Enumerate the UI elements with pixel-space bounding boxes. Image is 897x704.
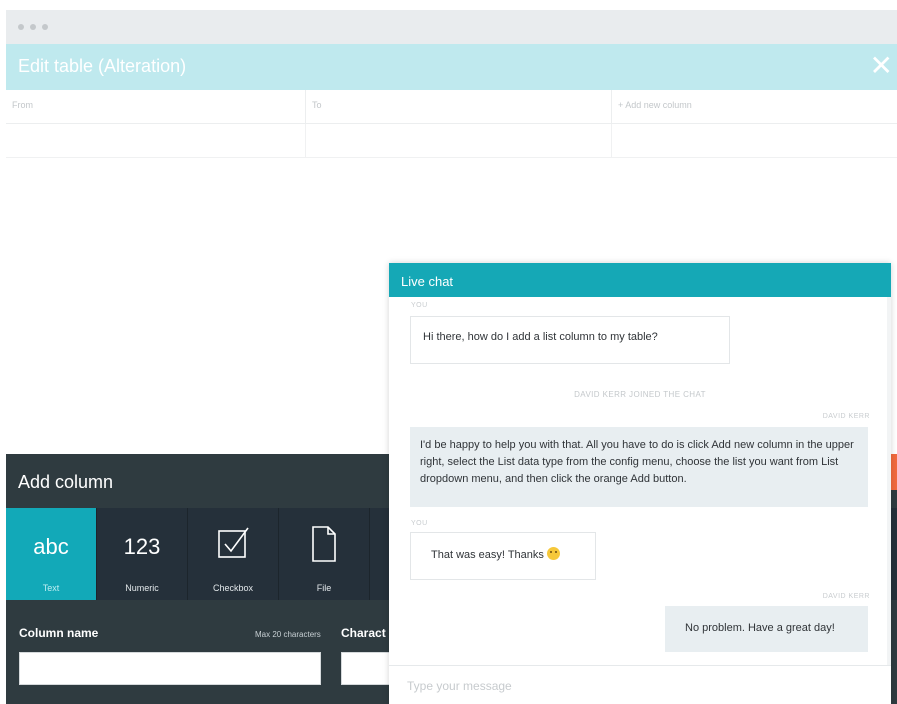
maximize-window-dot[interactable] <box>42 24 48 30</box>
add-column-title: Add column <box>18 472 114 492</box>
characters-label: Charact <box>341 626 386 640</box>
checkbox-icon <box>218 527 249 558</box>
message-sender-you: YOU <box>411 520 428 527</box>
chat-message-input[interactable] <box>389 666 891 704</box>
text-icon: abc <box>33 534 69 559</box>
table-cell-new[interactable] <box>612 124 897 158</box>
type-tile-file[interactable]: File <box>279 508 370 600</box>
type-tile-checkbox[interactable]: Checkbox <box>188 508 279 600</box>
edit-table-header: Edit table (Alteration) ✕ <box>6 44 897 90</box>
live-chat-header[interactable]: Live chat <box>389 263 891 297</box>
numeric-icon: 123 <box>123 534 161 559</box>
window-controls[interactable] <box>18 24 48 30</box>
chat-message-you: Hi there, how do I add a list column to … <box>410 316 730 364</box>
type-tile-numeric[interactable]: 123 Numeric <box>97 508 188 600</box>
chat-messages: YOU Hi there, how do I add a list column… <box>389 297 891 667</box>
chat-message-you: That was easy! Thanks <box>410 532 596 580</box>
chat-message-agent: I'd be happy to help you with that. All … <box>410 427 868 507</box>
message-sender-agent: DAVID KERR <box>822 593 870 600</box>
edit-table-title: Edit table (Alteration) <box>18 56 187 76</box>
type-tile-text[interactable]: abc Text <box>6 508 97 600</box>
live-chat-window: Live chat YOU Hi there, how do I add a l… <box>389 263 891 704</box>
live-chat-title: Live chat <box>401 274 454 289</box>
max-characters-note: Max 20 characters <box>255 630 321 639</box>
smile-emoji-icon <box>546 547 560 560</box>
type-label-checkbox: Checkbox <box>212 583 254 593</box>
type-label-text: Text <box>42 583 60 593</box>
chat-scrollbar[interactable] <box>887 297 891 665</box>
table-row <box>6 124 897 158</box>
column-name-input[interactable] <box>19 652 321 685</box>
type-label-file: File <box>316 583 332 593</box>
file-icon <box>312 526 336 562</box>
column-header-to[interactable]: To <box>306 90 612 124</box>
chat-message-text: That was easy! Thanks <box>431 549 544 561</box>
add-new-column-link[interactable]: + Add new column <box>612 90 897 124</box>
type-label-numeric: Numeric <box>125 583 159 593</box>
close-window-dot[interactable] <box>18 24 24 30</box>
message-sender-you: YOU <box>411 302 428 309</box>
chat-message-agent: No problem. Have a great day! <box>665 606 868 652</box>
table-cell-to[interactable] <box>306 124 612 158</box>
agent-joined-notice: DAVID KERR JOINED THE CHAT <box>574 390 706 399</box>
message-sender-agent: DAVID KERR <box>822 413 870 420</box>
column-name-label: Column name <box>19 626 99 640</box>
minimize-window-dot[interactable] <box>30 24 36 30</box>
chat-input-area <box>389 665 891 704</box>
column-header-from[interactable]: From <box>6 90 306 124</box>
window-titlebar <box>6 10 897 44</box>
close-icon[interactable]: ✕ <box>870 52 893 80</box>
table-cell-from[interactable] <box>6 124 306 158</box>
table-column-headers: From To + Add new column <box>6 90 897 124</box>
